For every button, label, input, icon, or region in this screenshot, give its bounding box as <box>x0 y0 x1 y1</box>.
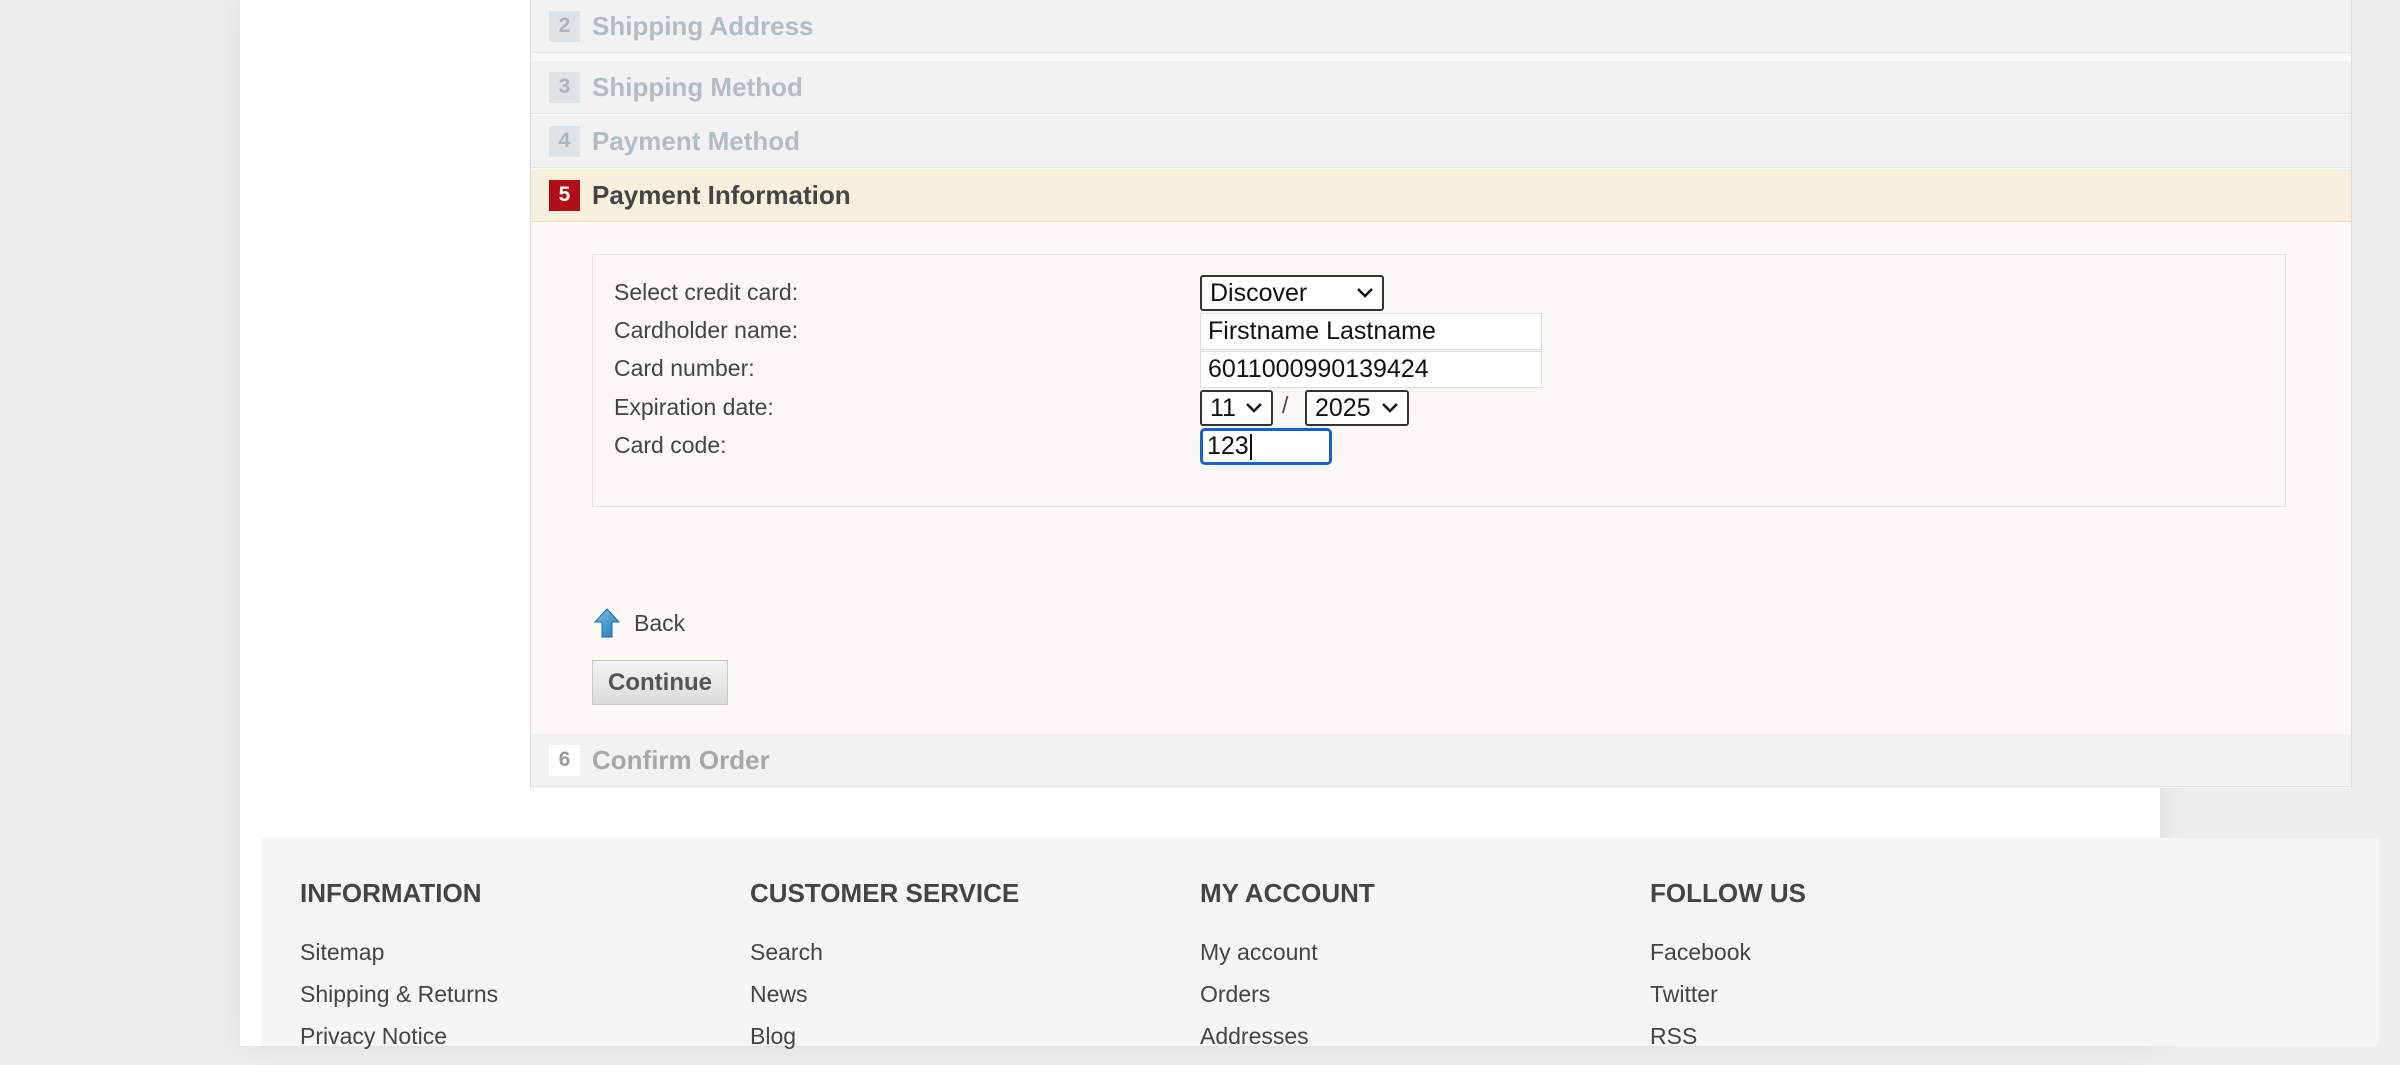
step-number: 2 <box>549 10 580 42</box>
step-shipping-address[interactable]: 2 Shipping Address <box>531 0 2351 53</box>
checkout-steps: 2 Shipping Address 3 Shipping Method 4 P… <box>530 0 2352 788</box>
footer-link-shipping-returns[interactable]: Shipping & Returns <box>300 981 498 1008</box>
continue-button[interactable]: Continue <box>592 660 728 705</box>
step-number: 4 <box>549 125 580 157</box>
footer-link-my-account[interactable]: My account <box>1200 939 1375 966</box>
footer-column-my-account: MY ACCOUNT My account Orders Addresses <box>1200 878 1375 1065</box>
payment-information-panel: Select credit card: Discover Cardholder … <box>531 222 2351 734</box>
card-code-input[interactable]: 123 <box>1200 428 1332 465</box>
back-link[interactable]: Back <box>593 608 686 638</box>
footer-heading: CUSTOMER SERVICE <box>750 878 1020 908</box>
credit-card-type-select[interactable]: Discover <box>1200 275 1384 311</box>
step-title: Shipping Address <box>592 10 814 41</box>
cardholder-name-label: Cardholder name: <box>614 317 799 343</box>
cardholder-name-value: Firstname Lastname <box>1208 317 1436 345</box>
footer-link-sitemap[interactable]: Sitemap <box>300 939 498 966</box>
step-payment-information: 5 Payment Information <box>531 169 2351 222</box>
footer-heading: MY ACCOUNT <box>1200 878 1375 908</box>
footer-column-information: INFORMATION Sitemap Shipping & Returns P… <box>300 878 498 1065</box>
step-shipping-method[interactable]: 3 Shipping Method <box>531 61 2351 114</box>
footer-links: INFORMATION Sitemap Shipping & Returns P… <box>261 838 2139 1049</box>
up-arrow-icon <box>593 608 621 638</box>
card-number-input[interactable]: 6011000990139424 <box>1200 351 1542 388</box>
card-number-label: Card number: <box>614 355 755 381</box>
credit-card-type-value: Discover <box>1210 278 1308 307</box>
credit-card-type-row: Select credit card: Discover <box>593 275 2285 311</box>
step-payment-method[interactable]: 4 Payment Method <box>531 115 2351 168</box>
footer-heading: INFORMATION <box>300 878 482 908</box>
card-number-row: Card number: 6011000990139424 <box>593 351 2285 388</box>
chevron-down-icon <box>1356 283 1374 304</box>
credit-card-type-label: Select credit card: <box>614 279 799 305</box>
footer-link-search[interactable]: Search <box>750 939 1019 966</box>
cardholder-name-input[interactable]: Firstname Lastname <box>1200 313 1542 350</box>
step-number: 3 <box>549 71 580 103</box>
card-code-label: Card code: <box>614 432 727 458</box>
expiration-date-row: Expiration date: 11 / 2025 <box>593 390 2285 426</box>
card-code-value: 123 <box>1207 432 1249 460</box>
footer-link-twitter[interactable]: Twitter <box>1650 981 1806 1008</box>
expiration-month-select[interactable]: 11 <box>1200 390 1273 426</box>
expiration-separator: / <box>1282 392 1289 418</box>
cardholder-name-row: Cardholder name: Firstname Lastname <box>593 313 2285 350</box>
footer-link-facebook[interactable]: Facebook <box>1650 939 1806 966</box>
footer-link-news[interactable]: News <box>750 981 1019 1008</box>
expiration-month-value: 11 <box>1210 393 1236 422</box>
step-title: Shipping Method <box>592 71 803 102</box>
step-confirm-order[interactable]: 6 Confirm Order <box>531 734 2351 787</box>
step-title: Payment Information <box>592 179 851 210</box>
back-link-label: Back <box>634 609 686 636</box>
step-number: 6 <box>549 744 580 776</box>
chevron-down-icon <box>1245 398 1263 419</box>
expiration-date-label: Expiration date: <box>614 394 774 420</box>
step-title: Confirm Order <box>592 744 770 775</box>
step-number: 5 <box>549 179 580 211</box>
expiration-year-select[interactable]: 2025 <box>1305 390 1409 426</box>
footer-link-orders[interactable]: Orders <box>1200 981 1375 1008</box>
footer-heading: FOLLOW US <box>1650 878 1806 908</box>
footer-column-follow-us: FOLLOW US Facebook Twitter RSS <box>1650 878 1806 1065</box>
credit-card-form: Select credit card: Discover Cardholder … <box>592 254 2286 507</box>
card-number-value: 6011000990139424 <box>1208 355 1429 383</box>
chevron-down-icon <box>1381 398 1399 419</box>
card-code-row: Card code: 123 <box>593 428 2285 465</box>
footer-column-customer-service: CUSTOMER SERVICE Search News Blog <box>750 878 1019 1065</box>
step-title: Payment Method <box>592 125 801 156</box>
text-caret <box>1249 433 1252 460</box>
expiration-year-value: 2025 <box>1315 393 1371 422</box>
